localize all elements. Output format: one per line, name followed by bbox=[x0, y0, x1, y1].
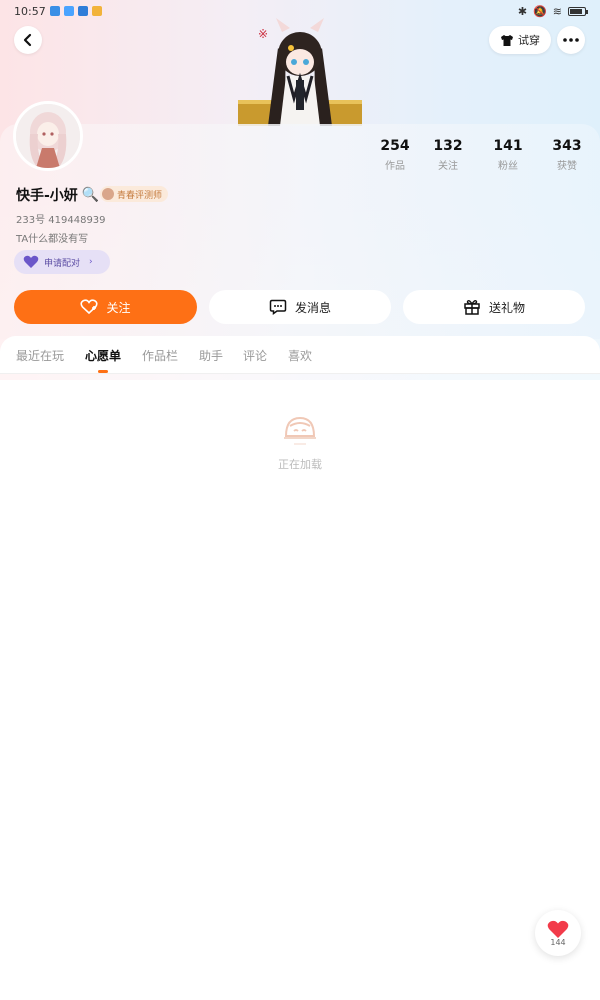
active-tab-indicator bbox=[98, 370, 108, 373]
tab-recently-played[interactable]: 最近在玩 bbox=[16, 347, 64, 364]
loading-mascot-icon bbox=[284, 416, 316, 445]
like-button[interactable]: 144 bbox=[535, 910, 581, 956]
more-dots-icon bbox=[563, 38, 579, 42]
match-request-chip[interactable]: 申请配对 › bbox=[14, 250, 110, 274]
tab-comments[interactable]: 评论 bbox=[243, 347, 267, 364]
avatar-character-figure[interactable]: ※ bbox=[238, 18, 362, 126]
tshirt-icon bbox=[501, 34, 513, 46]
profile-stats: 254 作品 132 关注 141 粉丝 343 获赞 bbox=[0, 138, 600, 178]
user-badge[interactable]: 青春评测师 bbox=[100, 186, 169, 202]
tryon-label: 试穿 bbox=[518, 34, 540, 47]
battery-icon bbox=[568, 6, 588, 16]
gift-icon bbox=[464, 300, 480, 315]
follow-button[interactable]: 关注 bbox=[14, 290, 197, 324]
action-row: 关注 发消息 送礼物 bbox=[0, 290, 600, 324]
send-gift-button[interactable]: 送礼物 bbox=[403, 290, 585, 324]
back-button[interactable] bbox=[14, 26, 42, 54]
notification-app-icon bbox=[77, 6, 88, 16]
svg-text:※: ※ bbox=[258, 27, 268, 41]
magnifier-emoji-icon: 🔍 bbox=[81, 187, 100, 203]
follow-label: 关注 bbox=[106, 300, 131, 315]
stat-label: 作品 bbox=[385, 161, 405, 172]
badge-label: 青春评测师 bbox=[117, 190, 163, 201]
stat-works[interactable]: 254 作品 bbox=[370, 138, 420, 172]
send-message-label: 发消息 bbox=[294, 300, 331, 315]
username-text: 快手-小妍 bbox=[16, 188, 78, 204]
like-count: 144 bbox=[550, 937, 566, 947]
tab-assistant[interactable]: 助手 bbox=[199, 347, 223, 364]
status-time: 10:57 bbox=[14, 4, 46, 18]
send-message-button[interactable]: 发消息 bbox=[209, 290, 391, 324]
stat-value: 141 bbox=[493, 138, 523, 154]
tab-works[interactable]: 作品栏 bbox=[142, 347, 178, 364]
stat-value: 254 bbox=[380, 138, 410, 154]
notification-app-icon bbox=[63, 6, 74, 16]
stat-likes[interactable]: 343 获赞 bbox=[542, 138, 592, 172]
notification-app-icon bbox=[91, 6, 102, 16]
stat-label: 获赞 bbox=[557, 161, 577, 172]
content-tabs: 最近在玩 心愿单 作品栏 助手 评论 喜欢 bbox=[0, 336, 600, 374]
more-options-button[interactable] bbox=[557, 26, 585, 54]
stat-value: 132 bbox=[433, 138, 463, 154]
badge-icon bbox=[102, 188, 114, 200]
tryon-button[interactable]: 试穿 bbox=[489, 26, 551, 54]
mute-icon: 🔕 bbox=[533, 4, 547, 18]
chevron-right-icon: › bbox=[89, 257, 93, 267]
heart-plus-icon bbox=[80, 299, 99, 315]
match-chip-label: 申请配对 bbox=[44, 258, 81, 269]
stat-label: 粉丝 bbox=[498, 161, 518, 172]
bluetooth-icon: ✱ bbox=[517, 4, 528, 18]
send-gift-label: 送礼物 bbox=[488, 300, 525, 315]
chevron-left-icon bbox=[23, 33, 32, 47]
user-id: 233号 419448939 bbox=[16, 215, 106, 226]
wifi-icon: ≋ bbox=[552, 4, 562, 18]
heart-icon bbox=[23, 255, 39, 268]
loading-text: 正在加载 bbox=[278, 458, 322, 471]
tab-wishlist[interactable]: 心愿单 bbox=[85, 347, 121, 364]
stat-label: 关注 bbox=[438, 161, 458, 172]
stat-followers[interactable]: 141 粉丝 bbox=[483, 138, 533, 172]
notification-app-icon bbox=[49, 6, 60, 16]
stat-following[interactable]: 132 关注 bbox=[423, 138, 473, 172]
loading-state: 正在加载 bbox=[0, 412, 600, 472]
stat-value: 343 bbox=[552, 138, 582, 154]
chat-bubble-icon bbox=[269, 299, 287, 315]
heart-icon bbox=[547, 920, 569, 938]
username: 快手-小妍 🔍 bbox=[16, 185, 99, 205]
tab-likes[interactable]: 喜欢 bbox=[288, 347, 312, 364]
user-bio: TA什么都没有写 bbox=[16, 234, 89, 245]
